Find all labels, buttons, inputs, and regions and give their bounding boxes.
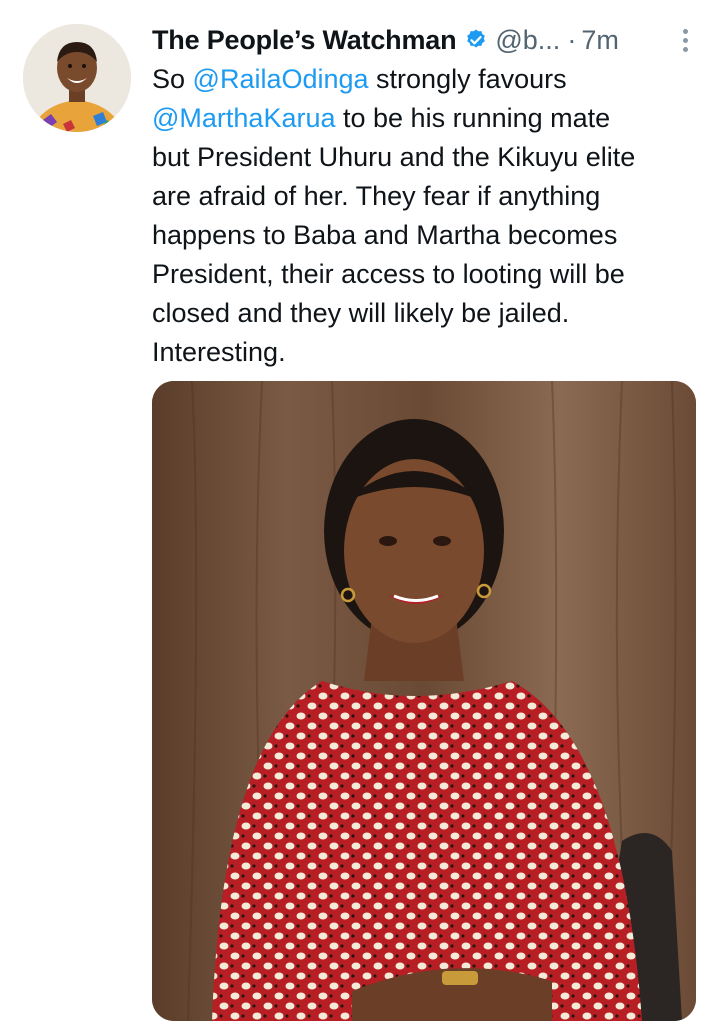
more-vertical-icon[interactable]: [673, 24, 697, 56]
display-name[interactable]: The People’s Watchman: [152, 25, 457, 56]
mention-raila-odinga[interactable]: @RailaOdinga: [193, 64, 369, 94]
tweet-line-4: are afraid of her. They fear if anything: [152, 181, 601, 211]
tweet-line-1: So @RailaOdinga strongly favours: [152, 64, 567, 94]
tweet-timestamp[interactable]: 7m: [581, 25, 619, 56]
verified-badge-icon: [464, 28, 488, 52]
tweet-line-5: happens to Baba and Martha becomes: [152, 220, 618, 250]
tweet-line-6: President, their access to looting will …: [152, 259, 625, 289]
tweet-line-3: but President Uhuru and the Kikuyu elite: [152, 142, 636, 172]
tweet-line-7: closed and they will likely be jailed.: [152, 298, 570, 328]
tweet-body: So @RailaOdinga strongly favours @Martha…: [152, 60, 712, 372]
avatar[interactable]: [23, 24, 131, 132]
tweet-line-2: @MarthaKarua to be his running mate: [152, 103, 611, 133]
portrait-photo: [152, 381, 696, 1021]
tweet-line-8: Interesting.: [152, 337, 286, 367]
mention-martha-karua[interactable]: @MarthaKarua: [152, 103, 336, 133]
tweet-media-image[interactable]: [152, 381, 696, 1021]
user-handle[interactable]: @b...: [495, 25, 560, 56]
avatar-photo: [23, 24, 131, 132]
tweet-header: The People’s Watchman @b... · 7m: [152, 20, 697, 60]
header-separator: ·: [567, 24, 577, 55]
tweet[interactable]: The People’s Watchman @b... · 7m So @Rai…: [0, 0, 720, 1021]
